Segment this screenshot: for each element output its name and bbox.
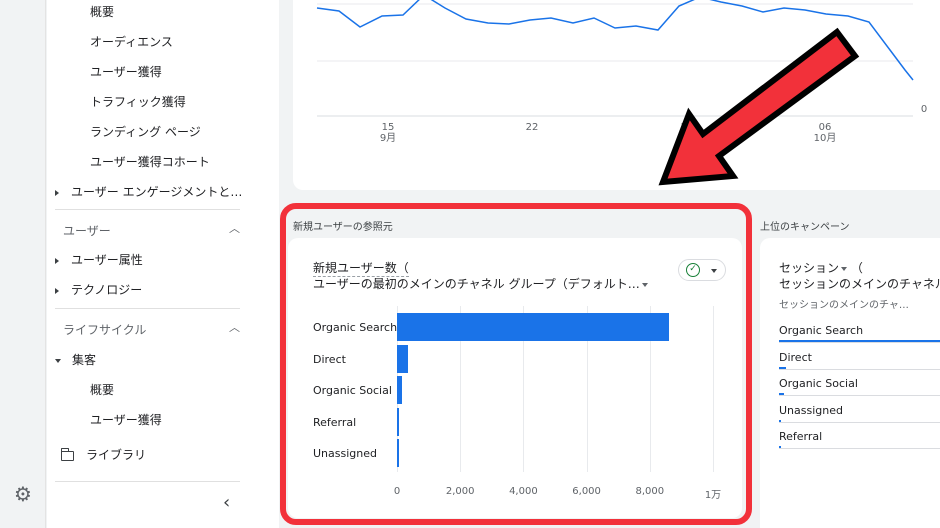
x-tick-label: 4,000 — [509, 486, 538, 497]
sidebar-item-label: ユーザー属性 — [71, 253, 143, 267]
sidebar-section-user[interactable]: ユーザー — [63, 222, 111, 239]
dimension-selector[interactable]: ユーザーの最初のメインのチャネル グループ（デフォルト… — [313, 275, 648, 292]
sidebar-item-acq-overview[interactable]: 概要 — [90, 381, 114, 398]
sidebar-item-engagement[interactable]: ユーザー エンゲージメントと… — [55, 183, 242, 200]
sidebar-nav: 概要 オーディエンス ユーザー獲得 トラフィック獲得 ランディング ページ ユー… — [47, 0, 279, 528]
x-tick-label: 1万 — [704, 490, 722, 501]
campaign-dimension-selector[interactable]: セッションのメインのチャネル — [779, 275, 940, 292]
sidebar-divider — [55, 308, 240, 309]
sidebar-item-technology[interactable]: テクノロジー — [55, 281, 142, 298]
bar[interactable] — [397, 344, 409, 373]
y-tick-zero: 0 — [920, 104, 928, 115]
campaign-row-label[interactable]: Referral — [779, 430, 822, 443]
x-tick-month: 10月 — [813, 133, 837, 144]
settings-gear-icon[interactable]: ⚙ — [12, 483, 34, 505]
sidebar-item-audience[interactable]: オーディエンス — [90, 33, 173, 50]
bar-category-label: Referral — [313, 415, 357, 429]
x-tick-day: 15 — [381, 122, 395, 133]
users-trend-chart — [316, 0, 914, 117]
expand-caret-icon — [55, 189, 59, 196]
trend-line — [316, 0, 914, 81]
check-circle-icon: ✓ — [686, 263, 700, 277]
expand-caret-icon — [55, 257, 59, 264]
x-tick-label: 8,000 — [635, 486, 665, 497]
analytics-app: ⚙ 概要 オーディエンス ユーザー獲得 トラフィック獲得 ランディング ページ … — [0, 0, 940, 528]
campaign-row-divider — [779, 421, 940, 423]
campaign-row-divider — [779, 368, 940, 370]
collapse-caret-icon — [55, 358, 61, 363]
x-tick-29: 29 — [675, 122, 699, 133]
campaign-column-header: セッションのメインのチャ… — [779, 300, 909, 311]
left-rail: ⚙ — [0, 0, 46, 528]
x-tick-15: 15 9月 — [376, 122, 400, 144]
sidebar-divider — [55, 209, 240, 210]
campaign-row-divider — [779, 448, 940, 450]
sidebar-item-traffic-acquisition[interactable]: トラフィック獲得 — [90, 93, 186, 110]
collapse-sidebar-chevron-icon[interactable]: ‹ — [223, 492, 230, 513]
sidebar-item-label: ユーザー エンゲージメントと… — [71, 185, 243, 199]
top-campaigns-card: セッション （ セッションのメインのチャネル セッションのメインのチャ… Org… — [760, 238, 940, 528]
x-tick-label: 6,000 — [572, 486, 601, 497]
sidebar-item-overview[interactable]: 概要 — [90, 3, 114, 20]
bar-category-label: Organic Search — [313, 321, 398, 334]
sidebar-divider — [55, 481, 240, 482]
sidebar-item-demographics[interactable]: ユーザー属性 — [55, 251, 143, 268]
dropdown-triangle-icon — [711, 269, 717, 273]
sidebar-item-user-acquisition[interactable]: ユーザー獲得 — [90, 63, 162, 80]
x-tick-day: 22 — [525, 122, 539, 133]
bar[interactable] — [397, 313, 669, 341]
campaign-metric-label: セッション — [779, 261, 840, 275]
bar[interactable] — [397, 407, 399, 436]
campaign-row-divider — [779, 342, 940, 343]
campaign-row-label[interactable]: Organic Social — [779, 377, 858, 390]
campaign-row-label[interactable]: Direct — [779, 351, 812, 364]
campaign-card-title: 上位のキャンペーン — [760, 222, 850, 233]
dropdown-triangle-icon — [841, 266, 848, 271]
chevron-up-icon[interactable]: ︿ — [229, 223, 240, 234]
sidebar-item-label: 集客 — [72, 353, 97, 367]
campaign-metric-selector[interactable]: セッション （ — [779, 259, 863, 276]
x-tick-label: 0 — [393, 486, 401, 497]
bar[interactable] — [397, 376, 403, 404]
chevron-up-icon[interactable]: ︿ — [229, 322, 240, 333]
bar[interactable] — [397, 439, 399, 467]
x-tick-06: 06 10月 — [811, 122, 839, 144]
bar-category-label: Organic Social — [313, 384, 392, 397]
bar-category-label: Unassigned — [313, 447, 377, 460]
expand-caret-icon — [55, 287, 59, 294]
x-tick-22: 22 — [520, 122, 544, 133]
campaign-row-label[interactable]: Organic Search — [779, 324, 863, 337]
sidebar-item-acquisition-cohort[interactable]: ユーザー獲得コホート — [90, 153, 210, 170]
dimension-label: ユーザーの最初のメインのチャネル グループ（デフォルト… — [313, 277, 640, 291]
sidebar-section-lifecycle[interactable]: ライフサイクル — [63, 321, 146, 338]
sidebar-item-landing-page[interactable]: ランディング ページ — [90, 123, 201, 140]
dropdown-triangle-icon — [641, 282, 648, 287]
folder-icon — [60, 447, 74, 461]
bar-category-label: Direct — [313, 352, 346, 366]
sidebar-item-acquisition[interactable]: 集客 — [55, 351, 96, 368]
campaign-row-divider — [779, 395, 940, 397]
x-tick-day: 29 — [680, 122, 694, 133]
compare-check-button[interactable]: ✓ — [678, 259, 726, 281]
gridline — [713, 306, 714, 472]
referral-card-title: 新規ユーザーの参照元 — [293, 222, 393, 233]
campaign-row-label[interactable]: Unassigned — [779, 404, 843, 417]
x-tick-day: 06 — [818, 122, 832, 133]
sidebar-item-label: ライブラリ — [86, 448, 147, 462]
x-tick-month: 9月 — [379, 133, 397, 144]
sidebar-item-acq-user-acquisition[interactable]: ユーザー獲得 — [90, 411, 162, 428]
campaign-metric-paren: （ — [850, 261, 863, 275]
users-trend-card: 15 9月 22 29 06 10月 0 — [293, 0, 940, 190]
sidebar-item-label: テクノロジー — [71, 283, 143, 297]
sidebar-item-library[interactable]: ライブラリ — [60, 446, 147, 463]
new-user-source-card: 新規ユーザー数（ ユーザーの最初のメインのチャネル グループ（デフォルト… ✓ … — [288, 238, 742, 518]
x-tick-label: 2,000 — [445, 486, 475, 497]
